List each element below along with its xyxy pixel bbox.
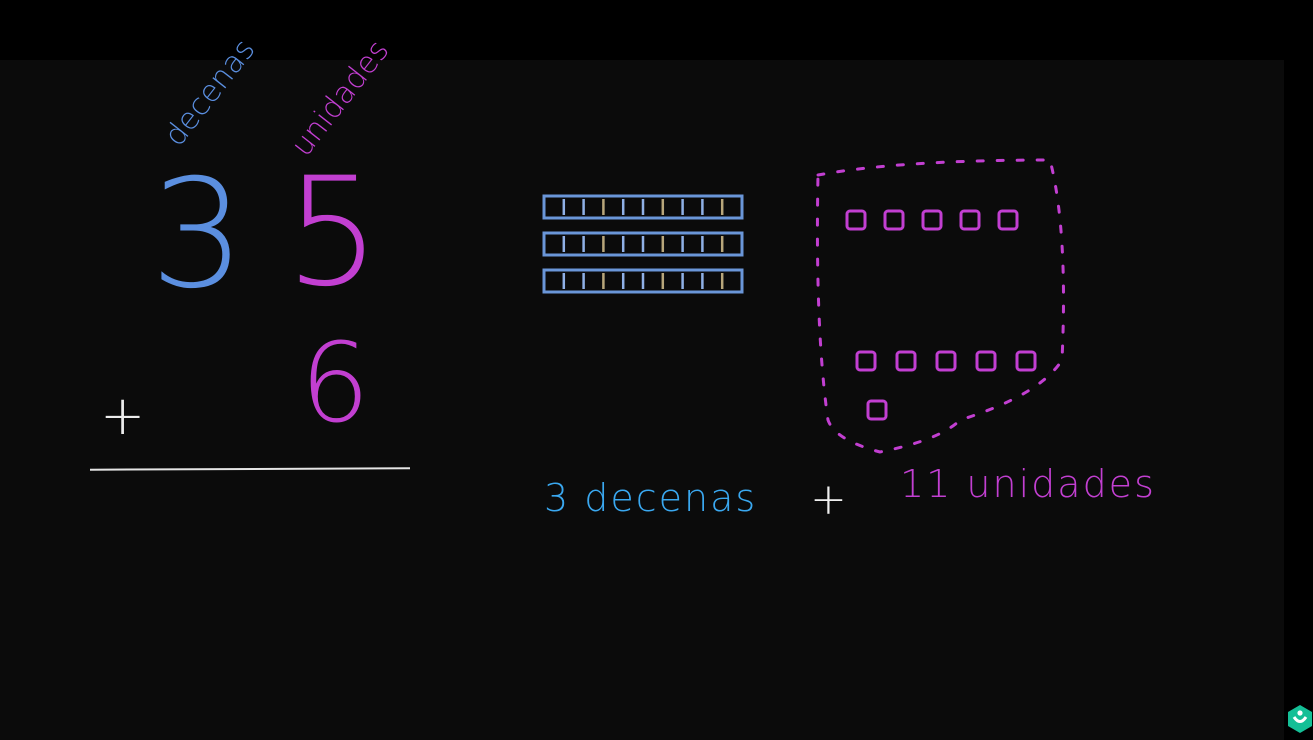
- unit-cube: [959, 209, 981, 231]
- unit-cube: [935, 350, 957, 372]
- unit-cube: [921, 209, 943, 231]
- ten-rod: [542, 268, 744, 294]
- unit-cube: [975, 350, 997, 372]
- ten-rods-group: [542, 194, 744, 294]
- unit-cube: [883, 209, 905, 231]
- khan-academy-logo-icon: [1288, 705, 1312, 733]
- unit-cube: [845, 209, 867, 231]
- unit-cube: [895, 350, 917, 372]
- ten-rod: [542, 194, 744, 220]
- unit-cube: [1015, 350, 1037, 372]
- unit-cube: [866, 399, 888, 421]
- base-ten-blocks: [542, 158, 1065, 454]
- unit-cubes-dotted-outline: [815, 158, 1065, 454]
- expression-ones: 11 unidades: [900, 462, 1156, 506]
- unit-cube: [855, 350, 877, 372]
- unit-cubes-group: [815, 158, 1065, 454]
- expression-tens: 3 decenas: [544, 476, 758, 520]
- expression-plus: +: [810, 474, 847, 525]
- unit-cube: [997, 209, 1019, 231]
- ten-rod: [542, 231, 744, 257]
